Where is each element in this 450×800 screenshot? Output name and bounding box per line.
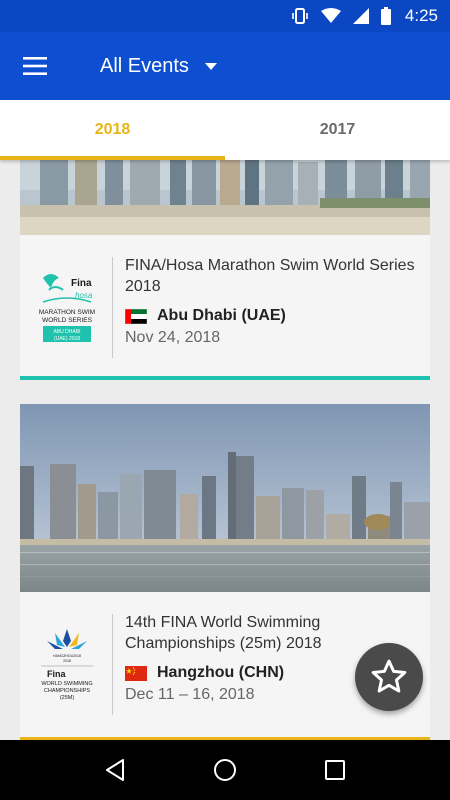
- event-info: Fina hosa MARATHON SWIM WORLD SERIES ABU…: [20, 235, 430, 380]
- year-tabs: 2018 2017: [0, 100, 450, 160]
- app-bar: All Events: [0, 32, 450, 100]
- wifi-icon: [320, 8, 341, 24]
- dropdown-arrow-icon: [204, 62, 217, 70]
- event-location: Abu Dhabi (UAE): [157, 307, 286, 324]
- logo-brand: Fina: [47, 669, 66, 679]
- divider: [112, 614, 113, 715]
- events-filter-dropdown[interactable]: All Events: [100, 55, 217, 78]
- divider: [112, 257, 113, 358]
- logo-line2: WORLD SERIES: [42, 317, 93, 324]
- event-title: FINA/Hosa Marathon Swim World Series 201…: [125, 257, 415, 295]
- event-location: Hangzhou (CHN): [157, 664, 285, 681]
- logo-line3: ABU DHABI: [53, 329, 80, 335]
- hamburger-menu-icon[interactable]: [0, 32, 70, 100]
- home-icon[interactable]: [205, 750, 245, 790]
- status-time: 4:25: [404, 6, 438, 25]
- logo-top: HANGZHOU2018: [53, 654, 81, 658]
- logo-brand: Fina: [71, 278, 92, 289]
- logo-line4: (UAE) 2018: [53, 336, 79, 342]
- favorites-fab-button[interactable]: [355, 643, 423, 711]
- event-photo: [20, 404, 430, 592]
- logo-line2: CHAMPIONSHIPS: [43, 688, 89, 694]
- uae-flag-icon: [125, 308, 147, 324]
- back-icon[interactable]: [95, 750, 135, 790]
- event-logo: HANGZHOU2018 2018 Fina WORLD SWIMMING CH…: [20, 592, 113, 737]
- tab-2018[interactable]: 2018: [0, 100, 225, 160]
- app-title: All Events: [100, 54, 189, 77]
- vibrate-icon: [291, 7, 309, 25]
- china-flag-icon: [125, 665, 147, 681]
- logo-year: 2018: [63, 659, 71, 663]
- status-bar: 4:25: [0, 0, 450, 32]
- logo-line3: (25M): [59, 695, 74, 701]
- recents-icon[interactable]: [315, 750, 355, 790]
- event-logo: Fina hosa MARATHON SWIM WORLD SERIES ABU…: [20, 235, 113, 380]
- system-nav-bar: [0, 740, 450, 800]
- event-details: FINA/Hosa Marathon Swim World Series 201…: [113, 235, 430, 380]
- event-location-row: Abu Dhabi (UAE): [125, 307, 430, 325]
- battery-icon: [380, 7, 391, 25]
- event-date: Nov 24, 2018: [125, 329, 221, 346]
- logo-line1: MARATHON SWIM: [38, 309, 94, 316]
- tab-2017[interactable]: 2017: [225, 100, 450, 160]
- card-accent-bar: [20, 376, 430, 380]
- event-photo: [20, 160, 430, 235]
- logo-line1: WORLD SWIMMING: [41, 681, 92, 687]
- event-card[interactable]: Fina hosa MARATHON SWIM WORLD SERIES ABU…: [20, 160, 430, 380]
- signal-icon: [352, 8, 369, 24]
- star-icon: [369, 657, 409, 697]
